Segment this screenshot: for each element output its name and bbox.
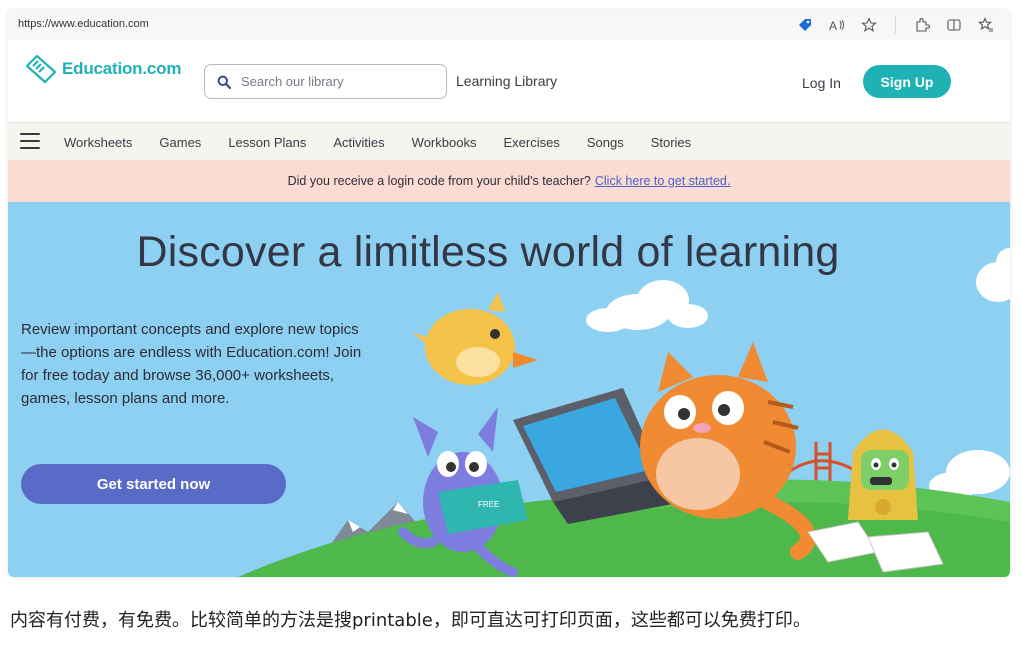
site-header: Education.com Learning Library Log In Si… xyxy=(8,40,1010,122)
get-started-button[interactable]: Get started now xyxy=(21,464,286,504)
trophy-character xyxy=(848,429,918,520)
book-cover-text: FREE xyxy=(478,500,499,509)
nav-item-lesson-plans[interactable]: Lesson Plans xyxy=(228,135,306,150)
login-code-banner: Did you receive a login code from your c… xyxy=(8,160,1010,202)
browser-address-bar: https://www.education.com A xyxy=(8,10,1010,41)
url-text[interactable]: https://www.education.com xyxy=(18,18,149,30)
extensions-icon[interactable] xyxy=(908,15,936,35)
toolbar-divider xyxy=(895,16,896,34)
nav-items: Worksheets Games Lesson Plans Activities… xyxy=(64,123,718,161)
nav-item-songs[interactable]: Songs xyxy=(587,135,624,150)
banner-text: Did you receive a login code from your c… xyxy=(287,174,591,188)
favorite-star-icon[interactable] xyxy=(855,15,883,35)
nav-item-exercises[interactable]: Exercises xyxy=(503,135,559,150)
nav-item-activities[interactable]: Activities xyxy=(333,135,384,150)
nav-item-worksheets[interactable]: Worksheets xyxy=(64,135,132,150)
shield-tag-icon[interactable] xyxy=(791,15,819,35)
signup-button[interactable]: Sign Up xyxy=(863,65,951,98)
search-icon xyxy=(217,75,231,89)
search-box[interactable] xyxy=(204,64,447,99)
hamburger-menu-icon[interactable] xyxy=(20,133,40,149)
banner-link[interactable]: Click here to get started. xyxy=(595,174,730,188)
logo-icon xyxy=(25,54,57,84)
caption-text: 内容有付费，有免费。比较简单的方法是搜printable，即可直达可打印页面，这… xyxy=(10,610,811,631)
browser-toolbar: A xyxy=(791,15,1000,35)
split-screen-icon[interactable] xyxy=(940,15,968,35)
browser-window: https://www.education.com A Education.co… xyxy=(8,10,1010,577)
nav-item-games[interactable]: Games xyxy=(159,135,201,150)
hero-description: Review important concepts and explore ne… xyxy=(21,321,362,407)
search-input[interactable] xyxy=(239,73,423,90)
learning-library-link[interactable]: Learning Library xyxy=(456,73,557,89)
site-logo[interactable]: Education.com xyxy=(24,54,181,84)
hero-title: Discover a limitless world of learning xyxy=(136,228,840,276)
bird-character xyxy=(412,292,538,385)
read-aloud-icon[interactable]: A xyxy=(823,15,851,35)
cloud-shape xyxy=(586,280,708,332)
cloud-shape xyxy=(976,248,1010,302)
favorites-list-icon[interactable] xyxy=(972,15,1000,35)
hero-section: FREE Discover a limitless world of learn… xyxy=(8,202,1010,577)
nav-item-workbooks[interactable]: Workbooks xyxy=(412,135,477,150)
category-nav: Worksheets Games Lesson Plans Activities… xyxy=(8,122,1010,161)
nav-item-stories[interactable]: Stories xyxy=(651,135,691,150)
logo-text: Education.com xyxy=(62,59,182,78)
login-link[interactable]: Log In xyxy=(802,75,841,91)
svg-text:A: A xyxy=(829,19,837,33)
